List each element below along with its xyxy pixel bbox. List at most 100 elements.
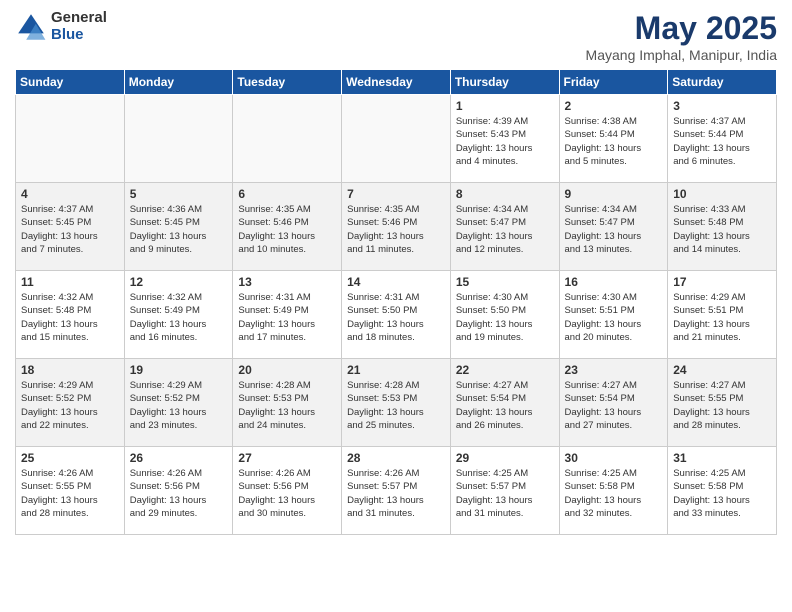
page: General Blue May 2025 Mayang Imphal, Man…: [0, 0, 792, 612]
logo-text: General Blue: [51, 10, 107, 43]
day-cell: 22Sunrise: 4:27 AMSunset: 5:54 PMDayligh…: [450, 359, 559, 447]
day-detail: Sunrise: 4:31 AMSunset: 5:50 PMDaylight:…: [347, 291, 445, 344]
day-detail: Sunrise: 4:25 AMSunset: 5:58 PMDaylight:…: [565, 467, 663, 520]
day-cell: 27 Sunrise: 4:26 AMSunset: 5:56 PMDayligh…: [233, 447, 342, 535]
day-number: 28: [347, 451, 445, 465]
day-cell: 1Sunrise: 4:39 AMSunset: 5:43 PMDaylight…: [450, 95, 559, 183]
day-number: 3: [673, 99, 771, 113]
day-detail: Sunrise: 4:31 AMSunset: 5:49 PMDaylight:…: [238, 291, 336, 344]
day-cell: 13 Sunrise: 4:31 AMSunset: 5:49 PMDayligh…: [233, 271, 342, 359]
day-number: 14: [347, 275, 445, 289]
col-tuesday: Tuesday: [233, 70, 342, 95]
day-number: 20: [238, 363, 336, 377]
day-cell: 28Sunrise: 4:26 AMSunset: 5:57 PMDayligh…: [342, 447, 451, 535]
day-detail: Sunrise: 4:33 AMSunset: 5:48 PMDaylight:…: [673, 203, 771, 256]
logo-blue-text: Blue: [51, 27, 107, 44]
header-row: Sunday Monday Tuesday Wednesday Thursday…: [16, 70, 777, 95]
day-detail: Sunrise: 4:34 AMSunset: 5:47 PMDaylight:…: [565, 203, 663, 256]
day-cell: 21 Sunrise: 4:28 AMSunset: 5:53 PMDayligh…: [342, 359, 451, 447]
day-detail: Sunrise: 4:27 AMSunset: 5:54 PMDaylight:…: [565, 379, 663, 432]
day-detail: Sunrise: 4:26 AMSunset: 5:56 PMDaylight:…: [130, 467, 228, 520]
day-number: 26: [130, 451, 228, 465]
day-number: 29: [456, 451, 554, 465]
day-cell: 30 Sunrise: 4:25 AMSunset: 5:58 PMDayligh…: [559, 447, 668, 535]
day-cell: 2 Sunrise: 4:38 AMSunset: 5:44 PMDaylight…: [559, 95, 668, 183]
day-detail: Sunrise: 4:26 AMSunset: 5:56 PMDaylight:…: [238, 467, 336, 520]
day-cell: [233, 95, 342, 183]
day-cell: 3 Sunrise: 4:37 AMSunset: 5:44 PMDaylight…: [668, 95, 777, 183]
day-number: 27: [238, 451, 336, 465]
day-number: 21: [347, 363, 445, 377]
week-row-4: 18Sunrise: 4:29 AMSunset: 5:52 PMDayligh…: [16, 359, 777, 447]
col-thursday: Thursday: [450, 70, 559, 95]
day-number: 22: [456, 363, 554, 377]
calendar-table: Sunday Monday Tuesday Wednesday Thursday…: [15, 69, 777, 535]
col-monday: Monday: [124, 70, 233, 95]
day-detail: Sunrise: 4:37 AMSunset: 5:44 PMDaylight:…: [673, 115, 771, 168]
day-cell: 29 Sunrise: 4:25 AMSunset: 5:57 PMDayligh…: [450, 447, 559, 535]
day-number: 19: [130, 363, 228, 377]
day-number: 2: [565, 99, 663, 113]
day-detail: Sunrise: 4:29 AMSunset: 5:52 PMDaylight:…: [21, 379, 119, 432]
day-cell: [342, 95, 451, 183]
day-cell: 19Sunrise: 4:29 AMSunset: 5:52 PMDayligh…: [124, 359, 233, 447]
day-cell: 12 Sunrise: 4:32 AMSunset: 5:49 PMDayligh…: [124, 271, 233, 359]
day-cell: 8 Sunrise: 4:34 AMSunset: 5:47 PMDaylight…: [450, 183, 559, 271]
day-number: 8: [456, 187, 554, 201]
day-detail: Sunrise: 4:30 AMSunset: 5:51 PMDaylight:…: [565, 291, 663, 344]
title-block: May 2025 Mayang Imphal, Manipur, India: [586, 10, 777, 63]
day-number: 15: [456, 275, 554, 289]
day-detail: Sunrise: 4:30 AMSunset: 5:50 PMDaylight:…: [456, 291, 554, 344]
day-number: 17: [673, 275, 771, 289]
day-number: 5: [130, 187, 228, 201]
day-detail: Sunrise: 4:36 AMSunset: 5:45 PMDaylight:…: [130, 203, 228, 256]
day-cell: 14 Sunrise: 4:31 AMSunset: 5:50 PMDayligh…: [342, 271, 451, 359]
logo-icon: [15, 11, 47, 43]
day-number: 12: [130, 275, 228, 289]
day-cell: 6Sunrise: 4:35 AMSunset: 5:46 PMDaylight…: [233, 183, 342, 271]
col-friday: Friday: [559, 70, 668, 95]
calendar-title: May 2025: [586, 10, 777, 47]
day-cell: 23 Sunrise: 4:27 AMSunset: 5:54 PMDayligh…: [559, 359, 668, 447]
calendar-subtitle: Mayang Imphal, Manipur, India: [586, 47, 777, 63]
logo-general-text: General: [51, 10, 107, 27]
day-cell: 4 Sunrise: 4:37 AMSunset: 5:45 PMDaylight…: [16, 183, 125, 271]
day-number: 23: [565, 363, 663, 377]
col-sunday: Sunday: [16, 70, 125, 95]
day-detail: Sunrise: 4:35 AMSunset: 5:46 PMDaylight:…: [347, 203, 445, 256]
day-cell: 15 Sunrise: 4:30 AMSunset: 5:50 PMDayligh…: [450, 271, 559, 359]
day-number: 16: [565, 275, 663, 289]
day-detail: Sunrise: 4:35 AMSunset: 5:46 PMDaylight:…: [238, 203, 336, 256]
logo: General Blue: [15, 10, 107, 43]
day-cell: 16 Sunrise: 4:30 AMSunset: 5:51 PMDayligh…: [559, 271, 668, 359]
day-number: 25: [21, 451, 119, 465]
day-cell: 11Sunrise: 4:32 AMSunset: 5:48 PMDayligh…: [16, 271, 125, 359]
day-cell: 25Sunrise: 4:26 AMSunset: 5:55 PMDayligh…: [16, 447, 125, 535]
day-detail: Sunrise: 4:25 AMSunset: 5:57 PMDaylight:…: [456, 467, 554, 520]
day-detail: Sunrise: 4:37 AMSunset: 5:45 PMDaylight:…: [21, 203, 119, 256]
day-detail: Sunrise: 4:28 AMSunset: 5:53 PMDaylight:…: [347, 379, 445, 432]
week-row-5: 25Sunrise: 4:26 AMSunset: 5:55 PMDayligh…: [16, 447, 777, 535]
day-number: 30: [565, 451, 663, 465]
day-cell: 24Sunrise: 4:27 AMSunset: 5:55 PMDayligh…: [668, 359, 777, 447]
day-cell: [124, 95, 233, 183]
day-detail: Sunrise: 4:38 AMSunset: 5:44 PMDaylight:…: [565, 115, 663, 168]
day-number: 9: [565, 187, 663, 201]
day-detail: Sunrise: 4:34 AMSunset: 5:47 PMDaylight:…: [456, 203, 554, 256]
day-cell: 5 Sunrise: 4:36 AMSunset: 5:45 PMDaylight…: [124, 183, 233, 271]
day-cell: [16, 95, 125, 183]
day-number: 4: [21, 187, 119, 201]
day-detail: Sunrise: 4:25 AMSunset: 5:58 PMDaylight:…: [673, 467, 771, 520]
day-number: 13: [238, 275, 336, 289]
week-row-2: 4 Sunrise: 4:37 AMSunset: 5:45 PMDaylight…: [16, 183, 777, 271]
day-cell: 20Sunrise: 4:28 AMSunset: 5:53 PMDayligh…: [233, 359, 342, 447]
week-row-1: 1Sunrise: 4:39 AMSunset: 5:43 PMDaylight…: [16, 95, 777, 183]
day-number: 31: [673, 451, 771, 465]
day-detail: Sunrise: 4:32 AMSunset: 5:49 PMDaylight:…: [130, 291, 228, 344]
day-detail: Sunrise: 4:27 AMSunset: 5:55 PMDaylight:…: [673, 379, 771, 432]
day-cell: 10Sunrise: 4:33 AMSunset: 5:48 PMDayligh…: [668, 183, 777, 271]
col-saturday: Saturday: [668, 70, 777, 95]
day-cell: 17Sunrise: 4:29 AMSunset: 5:51 PMDayligh…: [668, 271, 777, 359]
day-cell: 7Sunrise: 4:35 AMSunset: 5:46 PMDaylight…: [342, 183, 451, 271]
day-number: 11: [21, 275, 119, 289]
